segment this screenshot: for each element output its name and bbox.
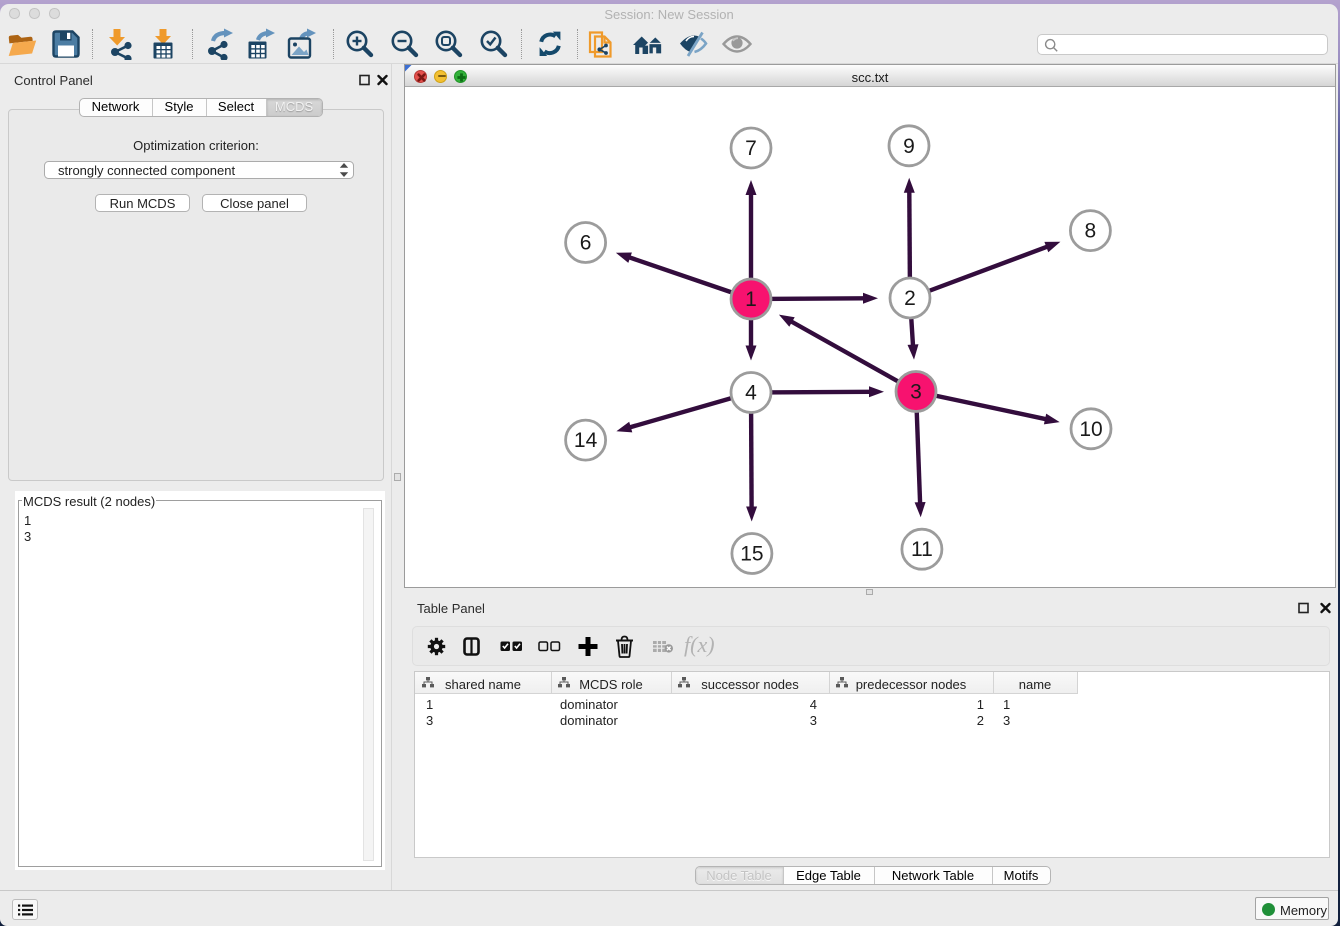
svg-text:9: 9 — [903, 135, 915, 158]
svg-text:7: 7 — [745, 137, 757, 160]
svg-text:3: 3 — [910, 381, 922, 404]
svg-text:11: 11 — [911, 538, 933, 561]
svg-text:10: 10 — [1079, 418, 1102, 441]
svg-text:1: 1 — [745, 288, 757, 311]
svg-text:15: 15 — [740, 543, 763, 566]
svg-text:2: 2 — [904, 287, 916, 310]
svg-text:4: 4 — [745, 382, 757, 405]
svg-text:8: 8 — [1085, 220, 1097, 243]
svg-text:14: 14 — [574, 429, 598, 452]
svg-text:6: 6 — [580, 232, 592, 255]
